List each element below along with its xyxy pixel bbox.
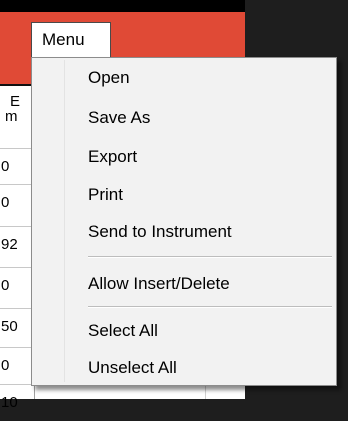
column-header-line-2: m xyxy=(5,108,18,125)
column-header[interactable]: E m xyxy=(0,94,34,146)
grid-cell[interactable]: 0 xyxy=(0,148,34,184)
menu-item-unselect-all[interactable]: Unselect All xyxy=(88,358,177,378)
grid-cell[interactable]: 92 xyxy=(0,226,34,262)
menu-item-open[interactable]: Open xyxy=(88,68,130,88)
menu-item-send-to-instrument[interactable]: Send to Instrument xyxy=(88,222,232,242)
menu-item-save-as[interactable]: Save As xyxy=(88,108,150,128)
window-top-bar xyxy=(0,0,245,12)
menu-separator xyxy=(88,256,332,258)
menu-button[interactable]: Menu xyxy=(31,22,111,58)
grid-cell[interactable]: 10 xyxy=(0,384,34,420)
menu-item-select-all[interactable]: Select All xyxy=(88,321,158,341)
grid-cell[interactable]: 0 xyxy=(0,267,34,303)
grid-cell[interactable]: 0 xyxy=(0,347,34,383)
menu-icon-gutter xyxy=(34,60,65,382)
menu-item-print[interactable]: Print xyxy=(88,185,123,205)
menu-item-export[interactable]: Export xyxy=(88,147,137,167)
grid-cell[interactable]: 0 xyxy=(0,184,34,220)
column-header-line-1: E xyxy=(10,93,21,110)
menu-item-allow-insert-delete[interactable]: Allow Insert/Delete xyxy=(88,274,230,294)
menu-separator xyxy=(88,306,332,308)
menu-dropdown: Open Save As Export Print Send to Instru… xyxy=(31,57,337,386)
grid-cell[interactable]: 50 xyxy=(0,308,34,344)
